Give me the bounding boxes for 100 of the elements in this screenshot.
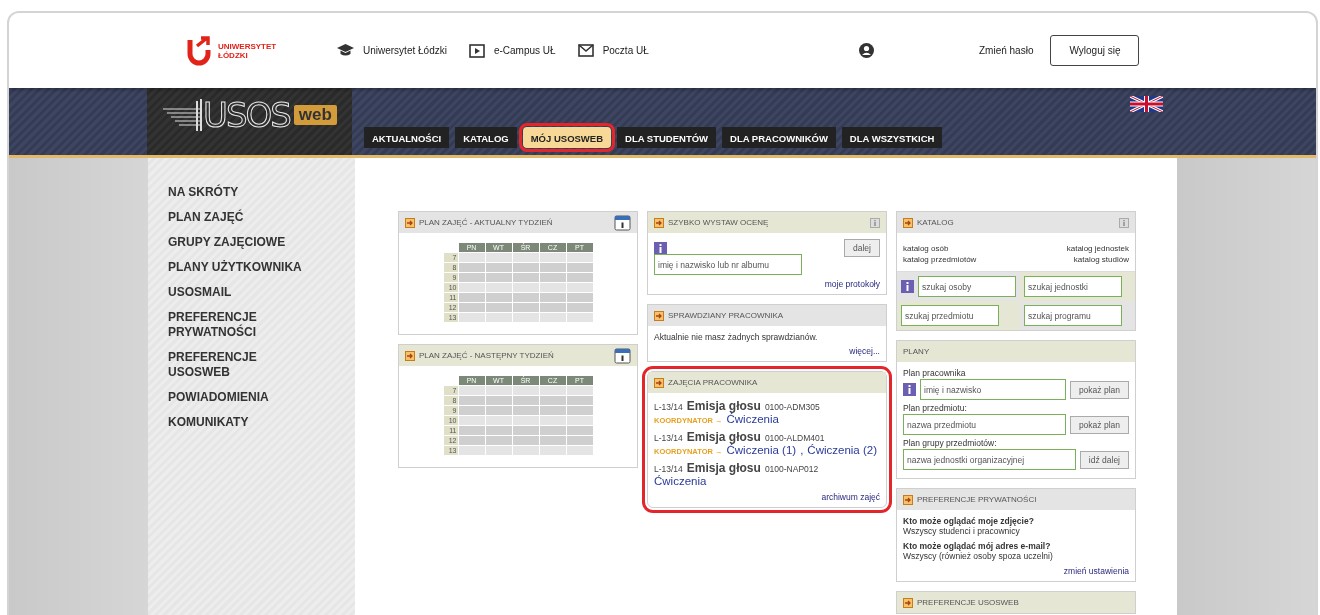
archive-link[interactable]: archiwum zajęć [821, 492, 880, 502]
expand-icon[interactable] [654, 310, 664, 321]
sidebar-item[interactable]: PLAN ZAJĘĆ [168, 205, 318, 230]
expand-icon[interactable] [903, 597, 913, 608]
class-group-link[interactable]: Ćwiczenia [726, 413, 779, 425]
timetable-cell [566, 386, 593, 395]
plan-button[interactable]: idź dalej [1079, 450, 1129, 469]
timetable-cell [566, 293, 593, 302]
search-field[interactable]: szukaj programu [1024, 305, 1122, 326]
nav-tab[interactable]: DLA WSZYSTKICH [841, 127, 943, 148]
timetable-cell [458, 303, 485, 312]
timetable-cell [539, 253, 566, 262]
info-text: Aktualnie nie masz żadnych sprawdzianów. [654, 332, 819, 342]
timetable-cell [539, 426, 566, 435]
timetable-cell [458, 396, 485, 405]
search-field[interactable]: szukaj osoby [918, 276, 1016, 297]
timetable-cell [512, 386, 539, 395]
privacy-question: Kto może oglądać moje zdjęcie? [903, 516, 1035, 526]
timetable-cell [458, 273, 485, 282]
nav-tab[interactable]: KATALOG [455, 127, 517, 148]
sidebar-item[interactable]: PLANY UŻYTKOWNIKA [168, 255, 318, 280]
nav-tab[interactable]: DLA PRACOWNIKÓW [722, 127, 836, 148]
sidebar-item[interactable]: GRUPY ZAJĘCIOWE [168, 230, 318, 255]
timetable-cell [458, 313, 485, 322]
expand-icon[interactable] [654, 377, 664, 388]
timetable-cell [566, 253, 593, 262]
timetable-cell [566, 436, 593, 445]
header-link[interactable]: e-Campus UŁ [468, 43, 556, 58]
plan-field[interactable]: nazwa przedmiotu [903, 414, 1066, 435]
class-group-link[interactable]: Ćwiczenia (1) [726, 444, 797, 456]
panel-title: PLAN ZAJĘĆ - AKTUALNY TYDZIEŃ [419, 218, 554, 227]
logout-button[interactable]: Wyloguj się [1050, 35, 1140, 66]
settings-link[interactable]: zmień ustawienia [1063, 566, 1129, 576]
sidebar-item[interactable]: PREFERENCJE USOSWEB [168, 345, 318, 385]
flag-icon[interactable] [1130, 96, 1163, 112]
panel-title: PREFERENCJE USOSWEB [917, 598, 1020, 607]
catalog-link[interactable]: katalog studiów [1073, 254, 1129, 265]
catalog-link[interactable]: katalog przedmiotów [903, 254, 977, 265]
sidebar-item[interactable]: PREFERENCJE PRYWATNOŚCI [168, 305, 318, 345]
timetable-cell [539, 283, 566, 292]
info-icon[interactable] [901, 280, 914, 293]
change-password-link[interactable]: Zmień hasło [979, 45, 1034, 56]
sidebar-item[interactable]: USOSMAIL [168, 280, 318, 305]
sidebar-item[interactable]: POWIADOMIENIA [168, 385, 318, 410]
mail-icon [577, 44, 594, 57]
timetable-cell [458, 253, 485, 262]
catalog-link[interactable]: katalog jednostek [1066, 243, 1129, 254]
info-icon[interactable] [654, 241, 667, 255]
calendar-icon[interactable] [614, 347, 631, 364]
search-field[interactable]: szukaj jednostki [1024, 276, 1122, 297]
expand-icon[interactable] [903, 494, 913, 505]
user-icon[interactable] [859, 43, 874, 58]
panel-title: PREFERENCJE PRYWATNOŚCI [917, 495, 1038, 504]
timetable-cell [458, 283, 485, 292]
plan-button[interactable]: pokaż plan [1069, 380, 1129, 399]
course-name: Emisja głosu [686, 430, 761, 444]
next-button[interactable]: dalej [844, 239, 880, 257]
course-code: 0100-ALDM401 [764, 433, 825, 443]
protocols-link[interactable]: moje protokoły [824, 279, 880, 289]
logo-text: ŁÓDZKI [218, 50, 249, 60]
sidebar-item[interactable]: NA SKRÓTY [168, 180, 318, 205]
timetable-cell [485, 253, 512, 262]
field-label: Plan grupy przedmiotów: [903, 438, 998, 448]
class-group-link[interactable]: Ćwiczenia [654, 475, 707, 487]
expand-icon[interactable] [405, 217, 415, 228]
header-link[interactable]: Uniwersytet Łódzki [337, 43, 447, 58]
timetable-cell [566, 283, 593, 292]
calendar-icon[interactable] [614, 214, 631, 231]
expand-icon[interactable] [903, 217, 913, 228]
expand-icon[interactable] [405, 350, 415, 361]
timetable-cell [485, 396, 512, 405]
timetable-cell [512, 273, 539, 282]
catalog-link[interactable]: katalog osób [903, 243, 977, 254]
search-field[interactable]: imię i nazwisko lub nr albumu [654, 254, 802, 275]
info-icon[interactable] [903, 383, 916, 396]
nav-tab[interactable]: AKTUALNOŚCI [364, 127, 450, 148]
timetable-cell [539, 396, 566, 405]
plan-button[interactable]: pokaż plan [1069, 415, 1129, 434]
more-link[interactable]: więcej... [849, 346, 880, 356]
timetable-cell [566, 426, 593, 435]
timetable-cell [485, 446, 512, 455]
timetable-cell [458, 416, 485, 425]
class-group-link[interactable]: Ćwiczenia (2) [807, 444, 878, 456]
timetable-cell [512, 293, 539, 302]
search-field[interactable]: szukaj przedmiotu [901, 305, 999, 326]
timetable-cell [458, 426, 485, 435]
sidebar-item[interactable]: KOMUNIKATY [168, 410, 318, 435]
timetable-cell [539, 436, 566, 445]
timetable-cell [458, 406, 485, 415]
university-logo-icon [187, 35, 213, 66]
header-link[interactable]: Poczta UŁ [577, 43, 649, 58]
timetable-cell [512, 253, 539, 262]
term-code: L-13/14 [654, 464, 683, 474]
expand-icon[interactable] [654, 217, 664, 228]
timetable-cell [512, 263, 539, 272]
nav-tab[interactable]: DLA STUDENTÓW [617, 127, 717, 148]
plan-field[interactable]: imię i nazwisko [920, 379, 1066, 400]
course-code: 0100-NAP012 [764, 464, 819, 474]
plan-field[interactable]: nazwa jednostki organizacyjnej [903, 449, 1076, 470]
timetable-cell [458, 263, 485, 272]
